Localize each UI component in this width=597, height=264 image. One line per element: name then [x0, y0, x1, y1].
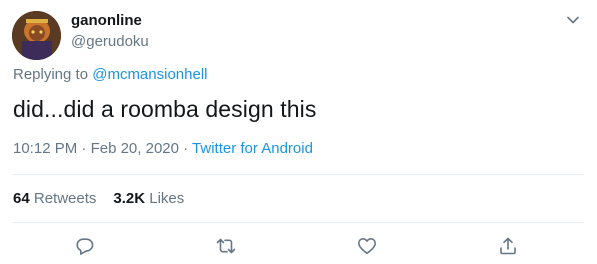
share-icon[interactable] — [498, 236, 518, 256]
tweet-stats: 64 Retweets 3.2K Likes — [13, 190, 184, 207]
retweets-stat[interactable]: 64 Retweets — [13, 190, 96, 207]
tweet-meta: 10:12 PM · Feb 20, 2020 · Twitter for An… — [13, 140, 313, 157]
tweet-source-link[interactable]: Twitter for Android — [192, 140, 313, 157]
heart-icon[interactable] — [357, 236, 377, 256]
tweet-date[interactable]: Feb 20, 2020 — [91, 140, 179, 157]
replying-to: Replying to @mcmansionhell — [13, 66, 208, 83]
divider — [13, 222, 584, 223]
divider — [13, 174, 584, 175]
avatar-image — [12, 11, 61, 60]
reply-icon[interactable] — [75, 236, 95, 256]
user-handle[interactable]: @gerudoku — [71, 33, 149, 50]
meta-separator: · — [183, 140, 189, 157]
retweets-count: 64 — [13, 190, 30, 207]
retweets-label: Retweets — [33, 190, 97, 207]
chevron-down-icon[interactable] — [565, 12, 581, 28]
tweet-time[interactable]: 10:12 PM — [13, 140, 77, 157]
meta-separator: · — [81, 140, 87, 157]
tweet-card: ganonline @gerudoku Replying to @mcmansi… — [0, 0, 597, 264]
likes-count: 3.2K — [113, 190, 146, 207]
replying-to-prefix: Replying to — [13, 66, 89, 83]
replying-to-link[interactable]: @mcmansionhell — [92, 66, 207, 83]
avatar[interactable] — [12, 11, 61, 60]
display-name[interactable]: ganonline — [71, 12, 142, 29]
tweet-text: did...did a roomba design this — [13, 96, 317, 122]
likes-label: Likes — [149, 190, 185, 207]
retweet-icon[interactable] — [216, 236, 236, 256]
likes-stat[interactable]: 3.2K Likes — [113, 190, 184, 207]
